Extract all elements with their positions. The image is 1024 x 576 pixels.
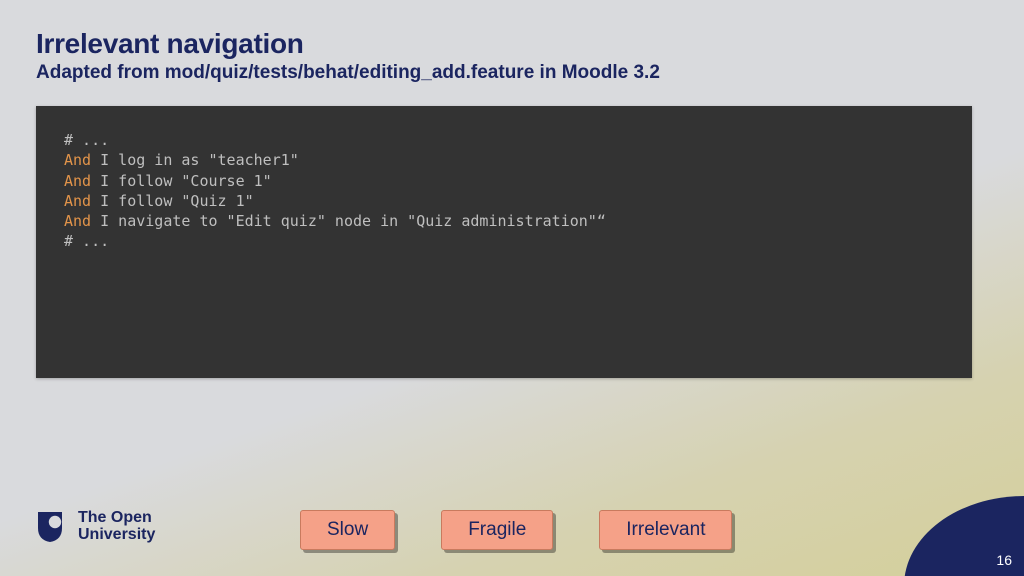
open-university-logo: The Open University bbox=[36, 510, 155, 544]
fragile-button[interactable]: Fragile bbox=[441, 510, 553, 550]
slide-title: Irrelevant navigation bbox=[36, 28, 304, 60]
code-line: And I log in as "teacher1" bbox=[64, 150, 944, 170]
shield-icon bbox=[36, 510, 70, 544]
slow-button[interactable]: Slow bbox=[300, 510, 395, 550]
code-block: # ... And I log in as "teacher1" And I f… bbox=[36, 106, 972, 378]
irrelevant-button[interactable]: Irrelevant bbox=[599, 510, 732, 550]
code-line: # ... bbox=[64, 231, 944, 251]
page-number: 16 bbox=[996, 552, 1012, 568]
slide-subtitle: Adapted from mod/quiz/tests/behat/editin… bbox=[36, 62, 660, 84]
code-line: And I follow "Course 1" bbox=[64, 171, 944, 191]
button-row: Slow Fragile Irrelevant bbox=[300, 510, 732, 550]
code-line: And I follow "Quiz 1" bbox=[64, 191, 944, 211]
code-line: # ... bbox=[64, 130, 944, 150]
code-line: And I navigate to "Edit quiz" node in "Q… bbox=[64, 211, 944, 231]
slide: Irrelevant navigation Adapted from mod/q… bbox=[0, 0, 1024, 576]
logo-text: The Open University bbox=[78, 510, 155, 544]
